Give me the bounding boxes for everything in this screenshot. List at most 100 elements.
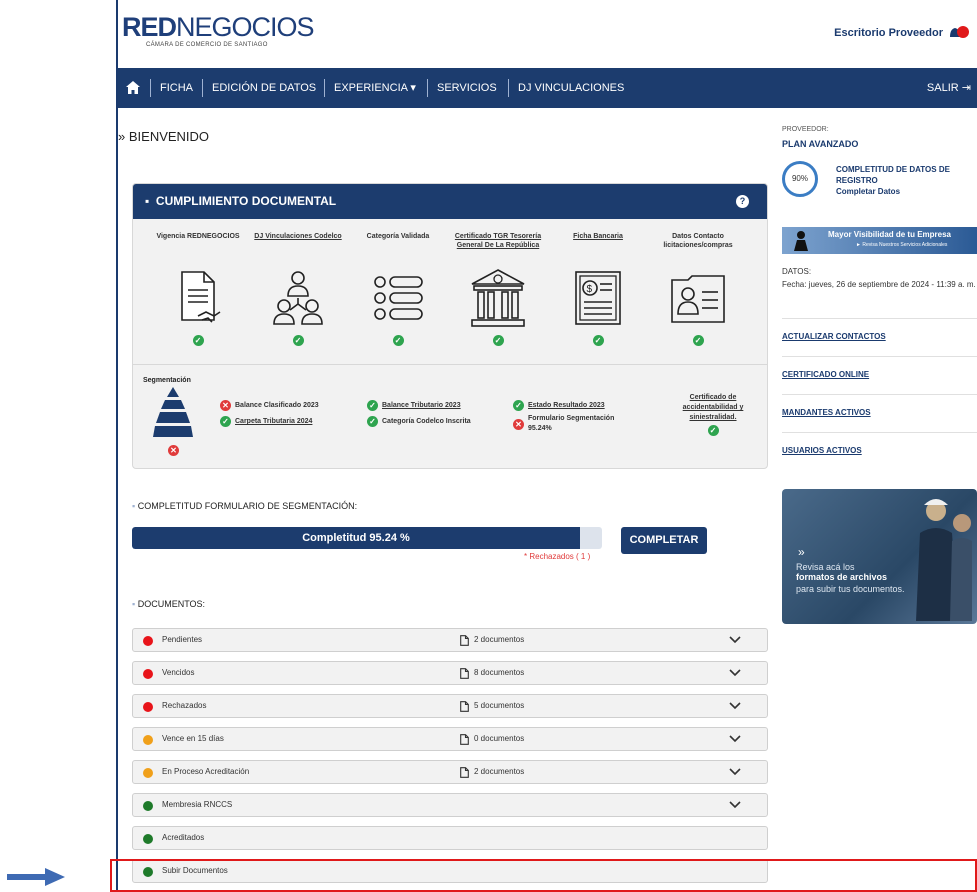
promo-line1: Revisa acá los — [796, 562, 855, 572]
completitud-progress-bar: Completitud 95.24 % — [132, 527, 602, 549]
page: REDNEGOCIOS CÁMARA DE COMERCIO DE SANTIA… — [0, 0, 977, 892]
proveedor-label: PROVEEDOR: — [782, 126, 829, 133]
promo-line3: para subir tus documentos. — [796, 584, 905, 594]
doc-certificado-tgr[interactable]: Certificado TGR Tesorería General De La … — [448, 232, 548, 348]
completitud-datos: COMPLETITUD DE DATOS DE REGISTRO Complet… — [836, 165, 950, 197]
doc-vigencia: Vigencia REDNEGOCIOS ✓ — [148, 232, 248, 348]
nav-edicion-datos[interactable]: EDICIÓN DE DATOS — [212, 68, 316, 108]
highlight-box — [110, 859, 977, 892]
document-row-label: Vencidos — [162, 668, 195, 677]
status-dot — [143, 636, 153, 646]
doc-label: Vigencia REDNEGOCIOS — [156, 233, 240, 240]
nav-separator — [202, 79, 203, 97]
chevron-down-icon[interactable] — [729, 701, 741, 711]
document-row[interactable]: Rechazados 5 documentos — [132, 694, 768, 718]
segmentacion-title: Segmentación — [143, 377, 191, 384]
check-icon: ✓ — [220, 416, 231, 427]
seg-certificado-accidentabilidad[interactable]: Certificado de accidentabilidad y sinies… — [668, 393, 758, 436]
nav-ficha[interactable]: FICHA — [160, 68, 193, 108]
check-icon: ✓ — [367, 416, 378, 427]
documentos-title: ▪ DOCUMENTOS: — [132, 599, 206, 609]
document-row-label: En Proceso Acreditación — [162, 767, 250, 776]
nav-servicios[interactable]: SERVICIOS — [437, 68, 497, 108]
chevron-down-icon[interactable] — [729, 734, 741, 744]
chevron-down-icon[interactable] — [729, 767, 741, 777]
svg-text:$: $ — [587, 284, 593, 295]
chevron-down-icon[interactable] — [729, 635, 741, 645]
welcome-heading: » BIENVENIDO — [118, 129, 210, 144]
fecha-text: Fecha: jueves, 26 de septiembre de 2024 … — [782, 280, 976, 289]
document-count: 2 documentos — [474, 767, 525, 776]
document-row[interactable]: Pendientes 2 documentos — [132, 628, 768, 652]
document-count: 8 documentos — [474, 668, 525, 677]
seg-balance-clasificado: ✕ Balance Clasificado 2023 — [220, 400, 319, 411]
file-icon — [460, 767, 469, 778]
nav-separator — [508, 79, 509, 97]
seg-estado-resultado[interactable]: ✓ Estado Resultado 2023 — [513, 400, 605, 411]
nav-separator — [150, 79, 151, 97]
check-icon: ✓ — [367, 400, 378, 411]
chevron-down-icon[interactable] — [729, 800, 741, 810]
bank-document-icon: $ — [575, 271, 621, 325]
document-row[interactable]: Vence en 15 días 0 documentos — [132, 727, 768, 751]
check-icon: ✓ — [392, 335, 404, 346]
document-row-label: Vence en 15 días — [162, 734, 224, 743]
formatos-archivos-promo[interactable] — [782, 489, 977, 624]
file-icon — [460, 734, 469, 745]
doc-dj-vinculaciones[interactable]: DJ Vinculaciones Codelco ✓ — [248, 232, 348, 348]
document-row[interactable]: En Proceso Acreditación 2 documentos — [132, 760, 768, 784]
status-dot — [143, 834, 153, 844]
check-icon: ✓ — [707, 425, 719, 436]
logo-subtitle: CÁMARA DE COMERCIO DE SANTIAGO — [146, 42, 268, 48]
doc-label: Certificado TGR Tesorería General De La … — [454, 233, 542, 249]
nav-dj-vinculaciones[interactable]: DJ VINCULACIONES — [518, 68, 624, 108]
datos-title: DATOS: — [782, 267, 812, 276]
mandantes-activos-link[interactable]: MANDANTES ACTIVOS — [782, 394, 977, 432]
status-dot — [143, 735, 153, 745]
doc-datos-contacto: Datos Contacto licitaciones/compras ✓ — [648, 232, 748, 348]
cumplimiento-header: ▪ CUMPLIMIENTO DOCUMENTAL — [133, 184, 767, 219]
doc-ficha-bancaria[interactable]: Ficha Bancaria $ ✓ — [548, 232, 648, 348]
document-count: 2 documentos — [474, 635, 525, 644]
document-row-label: Acreditados — [162, 833, 205, 842]
progress-label: Completitud 95.24 % — [302, 532, 410, 544]
check-icon: ✓ — [592, 335, 604, 346]
seg-carpeta-tributaria[interactable]: ✓ Carpeta Tributaria 2024 — [220, 416, 312, 427]
bank-icon — [471, 269, 525, 327]
chevron-down-icon[interactable] — [729, 668, 741, 678]
actualizar-contactos-link[interactable]: ACTUALIZAR CONTACTOS — [782, 318, 977, 356]
pyramid-icon — [153, 387, 193, 437]
document-row-label: Membresia RNCCS — [162, 800, 233, 809]
rednegocios-logo[interactable]: REDNEGOCIOS — [122, 12, 315, 43]
document-row-label: Pendientes — [162, 635, 203, 644]
completar-datos-link[interactable]: Completar Datos — [836, 186, 950, 197]
promo-line2: formatos de archivos — [796, 572, 888, 582]
help-icon[interactable]: ? — [736, 195, 749, 208]
error-icon: ✕ — [168, 445, 179, 456]
home-icon[interactable] — [126, 81, 140, 94]
status-dot — [143, 801, 153, 811]
usuarios-activos-link[interactable]: USUARIOS ACTIVOS — [782, 432, 977, 470]
nav-experiencia[interactable]: EXPERIENCIA ▾ — [334, 68, 416, 108]
certificado-online-link[interactable]: CERTIFICADO ONLINE — [782, 356, 977, 394]
seg-categoria-codelco: ✓ Categoría Codelco Inscrita — [367, 416, 471, 427]
nav-separator — [427, 79, 428, 97]
arrow-right-icon — [7, 868, 65, 886]
status-dot — [143, 669, 153, 679]
seg-balance-tributario[interactable]: ✓ Balance Tributario 2023 — [367, 400, 461, 411]
document-row[interactable]: Acreditados — [132, 826, 768, 850]
segmentacion-area: Segmentación ✕ ✕ Balance Clasificado 2023… — [133, 364, 767, 468]
contact-card-icon — [671, 275, 725, 323]
doc-label: Categoría Validada — [366, 233, 430, 240]
error-icon: ✕ — [220, 400, 231, 411]
document-row[interactable]: Membresia RNCCS — [132, 793, 768, 817]
file-icon — [460, 635, 469, 646]
list-icon — [374, 276, 423, 320]
document-row[interactable]: Vencidos 8 documentos — [132, 661, 768, 685]
cumplimiento-panel: ▪ CUMPLIMIENTO DOCUMENTAL ? Vigencia RED… — [132, 183, 768, 469]
document-count: 5 documentos — [474, 701, 525, 710]
check-icon: ✓ — [192, 335, 204, 346]
completar-button[interactable]: COMPLETAR — [621, 527, 707, 554]
visibilidad-banner[interactable]: Mayor Visibilidad de tu Empresa ► Revisa… — [782, 227, 977, 254]
nav-separator — [324, 79, 325, 97]
